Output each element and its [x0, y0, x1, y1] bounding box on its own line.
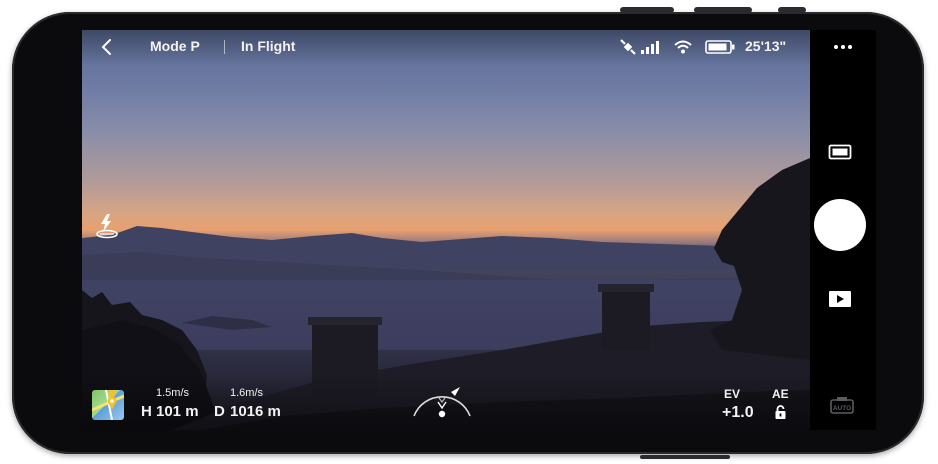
playback-icon[interactable]	[828, 290, 852, 308]
auto-camera-icon[interactable]: AUTO	[830, 396, 854, 414]
height-value: 101 m	[156, 403, 199, 420]
more-horizontal-icon[interactable]	[834, 45, 852, 49]
shutter-button[interactable]	[814, 199, 866, 251]
distance-value: 1016 m	[230, 403, 281, 420]
takeoff-landing-icon[interactable]	[95, 212, 119, 240]
distance-prefix: D	[214, 403, 225, 420]
power-button	[778, 7, 806, 13]
map-thumbnail-icon[interactable]	[92, 390, 124, 420]
horizontal-speed-readout: 1.6m/s	[230, 387, 264, 399]
chevron-left-icon[interactable]	[100, 38, 114, 56]
unlock-icon[interactable]	[774, 405, 787, 420]
battery-icon	[705, 40, 735, 54]
photo-format-icon[interactable]	[828, 144, 852, 160]
signal-bars-icon	[641, 41, 659, 54]
ev-label: EV	[724, 387, 741, 401]
flight-status-label: In Flight	[241, 38, 296, 54]
svg-text:AUTO: AUTO	[833, 405, 851, 412]
flight-mode-label[interactable]: Mode P	[150, 38, 200, 54]
wifi-icon	[674, 40, 692, 54]
volume-down-button	[694, 7, 752, 13]
volume-up-button	[620, 7, 674, 13]
vertical-speed-readout: 1.5m/s	[156, 387, 190, 399]
height-prefix: H	[141, 403, 152, 420]
satellite-icon	[620, 39, 636, 55]
topbar-divider	[224, 40, 225, 54]
attitude-indicator-icon[interactable]	[408, 378, 476, 420]
landscape-scene	[82, 158, 810, 430]
ev-value[interactable]: +1.0	[722, 404, 754, 422]
camera-live-view[interactable]	[82, 30, 810, 430]
flight-time-readout: 25'13"	[745, 38, 787, 54]
side-button	[640, 455, 730, 459]
ae-label: AE	[772, 387, 789, 401]
